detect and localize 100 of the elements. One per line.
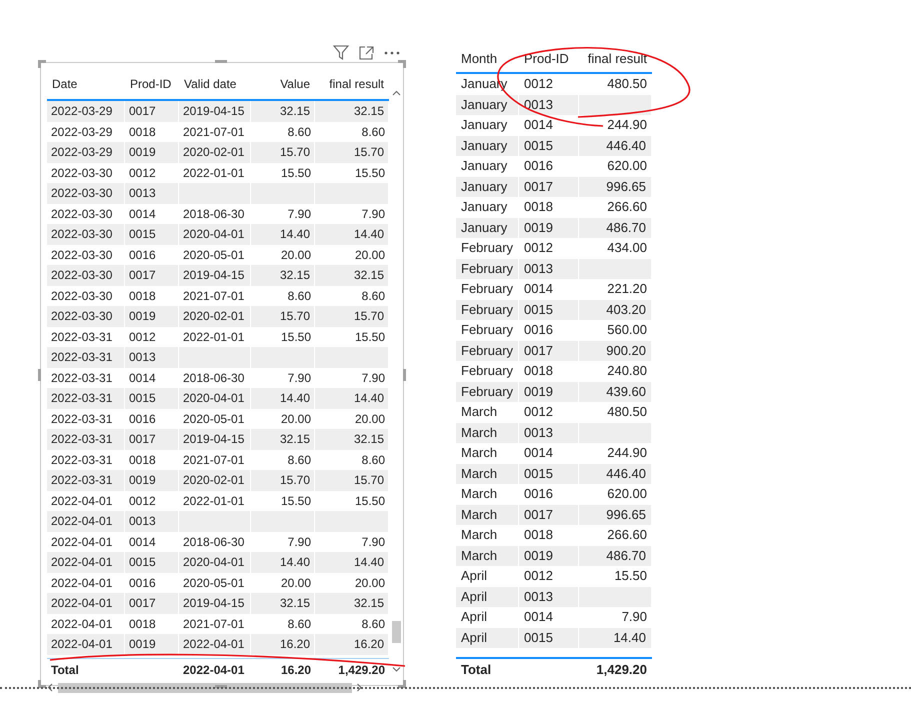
column-header[interactable]: final result <box>579 45 652 72</box>
table-cell: 2022-03-30 <box>47 224 125 244</box>
table-cell-text: 2021-07-01 <box>182 452 246 468</box>
table-cell: February <box>456 382 519 402</box>
table-cell-text: 2022-04-01 <box>50 574 114 592</box>
table-cell: 14.40 <box>315 552 389 572</box>
column-header[interactable]: Valid date <box>179 69 251 99</box>
table-cell-text: 20.00 <box>280 246 312 264</box>
table-cell: 0017 <box>519 340 579 361</box>
scroll-left-icon[interactable] <box>47 683 54 692</box>
table-cell-text: 2022-04-01 <box>50 492 114 510</box>
table-cell-text: 8.60 <box>360 452 386 468</box>
column-header[interactable]: Value <box>251 69 315 99</box>
column-header[interactable]: Month <box>456 45 519 72</box>
table-cell: 2020-02-01 <box>179 306 251 326</box>
table-cell-text: 2022-03-31 <box>50 370 114 386</box>
column-header[interactable]: Date <box>47 69 125 99</box>
filter-icon[interactable] <box>333 45 349 60</box>
table-cell-text: 0014 <box>128 534 157 550</box>
more-options-icon[interactable] <box>384 50 400 54</box>
table-cell-text: 0018 <box>523 198 554 216</box>
table-cell: 14.40 <box>579 628 652 648</box>
column-header[interactable]: final result <box>315 69 389 99</box>
table-cell: 2022-03-31 <box>47 347 125 368</box>
table-cell: 900.20 <box>579 340 652 361</box>
table-cell: 15.70 <box>315 306 389 326</box>
column-header[interactable]: Prod-ID <box>125 69 179 99</box>
scroll-down-icon[interactable] <box>392 666 400 673</box>
table-cell: March <box>456 504 519 525</box>
table-cell: 0019 <box>125 306 179 326</box>
table-cell: 486.70 <box>579 218 652 238</box>
table-cell-text: 2022-03-30 <box>50 246 114 264</box>
table-cell: January <box>456 176 519 197</box>
table-cell-text: 2020-05-01 <box>182 410 246 428</box>
table-cell-text: 20.00 <box>354 246 386 264</box>
table-cell: 2022-03-29 <box>47 101 125 122</box>
table-cell: 32.15 <box>315 429 389 450</box>
table-cell: 996.65 <box>579 504 652 525</box>
table-cell: 0013 <box>125 347 179 368</box>
table-cell: 996.65 <box>579 176 652 197</box>
table-cell: March <box>456 464 519 484</box>
table-cell: 2020-04-01 <box>179 224 251 244</box>
table-cell-text: 2021-07-01 <box>182 288 246 304</box>
table-cell-text: 2022-03-29 <box>50 124 114 140</box>
table-cell: 2022-03-30 <box>47 183 125 204</box>
table-cell-text: 0014 <box>128 370 157 386</box>
resize-handle[interactable] <box>215 60 227 63</box>
table-cell: 2020-04-01 <box>179 388 251 408</box>
table-cell: February <box>456 258 519 279</box>
table-cell: February <box>456 300 519 320</box>
resize-handle[interactable] <box>38 369 41 381</box>
focus-mode-icon[interactable] <box>359 46 374 60</box>
table-cell-text: 0012 <box>128 164 157 182</box>
table-cell: 2022-03-31 <box>47 470 125 490</box>
table-cell: 0017 <box>125 429 179 450</box>
table-cell-text: 15.50 <box>354 492 386 510</box>
resize-handle[interactable] <box>215 685 227 688</box>
table-cell: 32.15 <box>251 429 315 450</box>
table-cell-text: 221.20 <box>606 280 648 298</box>
scroll-right-icon[interactable] <box>356 683 363 692</box>
table-cell-text: 8.60 <box>360 124 386 140</box>
table-cell-text: 2021-07-01 <box>182 616 246 632</box>
table-cell: 0013 <box>519 586 579 607</box>
table-cell: 0015 <box>519 300 579 320</box>
column-header[interactable]: Prod-ID <box>519 45 579 72</box>
table-cell-text: 7.90 <box>360 370 386 386</box>
table-cell-text: 7.90 <box>286 534 312 550</box>
table-cell: 0017 <box>125 593 179 614</box>
table-cell: 16.20 <box>251 634 315 654</box>
resize-handle[interactable] <box>403 369 406 381</box>
table-cell-text: 20.00 <box>354 574 386 592</box>
table-cell: 0015 <box>125 552 179 572</box>
table-cell: January <box>456 94 519 115</box>
total-label: Total <box>50 662 80 678</box>
table-cell: 0013 <box>519 422 579 443</box>
table-cell: February <box>456 340 519 361</box>
table-cell-text: 2022-01-01 <box>182 492 246 510</box>
table-cell-text: February <box>460 280 514 298</box>
table-cell-text: 7.90 <box>286 370 312 386</box>
table-cell-text: 15.50 <box>280 164 312 182</box>
table-cell: 2022-03-30 <box>47 306 125 326</box>
total-cell-text: 2022-04-01 <box>182 662 246 678</box>
table-cell-text: 0016 <box>523 157 554 175</box>
table-cell: 2022-04-01 <box>47 552 125 572</box>
table-cell-text: 20.00 <box>280 410 312 428</box>
table-cell-text: 0012 <box>523 567 554 585</box>
table-cell: 446.40 <box>579 136 652 156</box>
table-cell-text: 15.50 <box>354 164 386 182</box>
table-cell-text: February <box>460 239 514 257</box>
table-cell: 2022-04-01 <box>47 593 125 614</box>
scroll-thumb[interactable] <box>392 621 400 643</box>
table-cell: 0019 <box>125 470 179 490</box>
table-cell-text: 0014 <box>523 608 554 626</box>
table-cell-text: April <box>460 608 488 626</box>
scroll-up-icon[interactable] <box>392 90 400 97</box>
table-cell-text: 0016 <box>523 321 554 339</box>
table-cell: 0019 <box>519 546 579 566</box>
table-cell-text: 2022-01-01 <box>182 164 246 182</box>
table-cell-text: 8.60 <box>286 124 312 140</box>
table-cell-text: 8.60 <box>360 616 386 632</box>
